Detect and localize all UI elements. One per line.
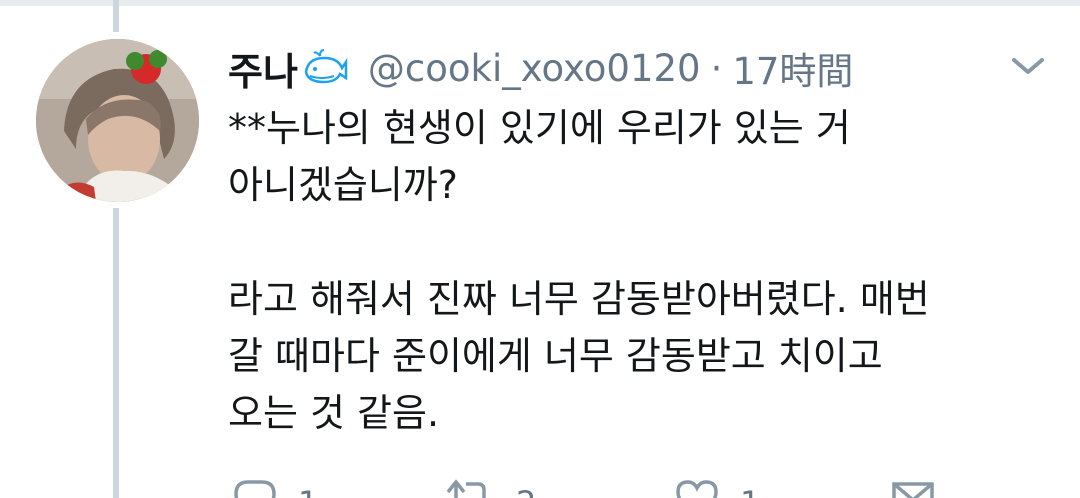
reply-count: 1 [298, 484, 318, 498]
separator-dot: · [710, 46, 723, 90]
reply-button[interactable]: 1 [232, 478, 318, 498]
retweet-count: 2 [516, 484, 536, 498]
retweet-button[interactable]: 2 [444, 478, 536, 498]
avatar[interactable] [36, 39, 199, 202]
display-name[interactable]: 주나 [228, 41, 298, 96]
tweet-text-line: 오는 것 같음. [228, 391, 440, 435]
tweet[interactable]: 주나 @cooki_xoxo0120 · 17時間 **누나의 현생이 있기에 … [0, 0, 1080, 498]
top-divider [0, 0, 1080, 6]
reply-icon [234, 480, 276, 498]
user-handle[interactable]: @cooki_xoxo0120 [368, 47, 701, 90]
thread-line-upper [113, 0, 119, 32]
retweet-icon [446, 479, 486, 498]
chevron-down-icon[interactable] [1008, 52, 1048, 80]
whale-emoji-icon [302, 48, 348, 88]
tweet-text: **누나의 현생이 있기에 우리가 있는 거 아니겠습니까? 라고 해줘서 진짜… [228, 100, 1048, 442]
message-button[interactable] [890, 478, 936, 498]
tweet-text-line: 아니겠습니까? [228, 163, 458, 207]
avatar-image [36, 39, 199, 202]
tweet-text-line: 라고 해줘서 진짜 너무 감동받아버렸다. 매번 [228, 277, 930, 321]
tweet-header: 주나 @cooki_xoxo0120 · 17時間 [228, 40, 853, 96]
like-count: 1 [740, 484, 760, 498]
heart-icon [676, 480, 718, 498]
tweet-text-line: 갈 때마다 준이에게 너무 감동받고 치이고 [228, 334, 883, 378]
like-button[interactable]: 1 [674, 478, 760, 498]
tweet-timestamp[interactable]: 17時間 [732, 41, 853, 95]
tweet-text-line: **누나의 현생이 있기에 우리가 있는 거 [228, 106, 851, 150]
envelope-icon [892, 482, 934, 498]
tweet-actions: 1 2 1 [228, 478, 1048, 498]
thread-line-lower [113, 208, 119, 498]
